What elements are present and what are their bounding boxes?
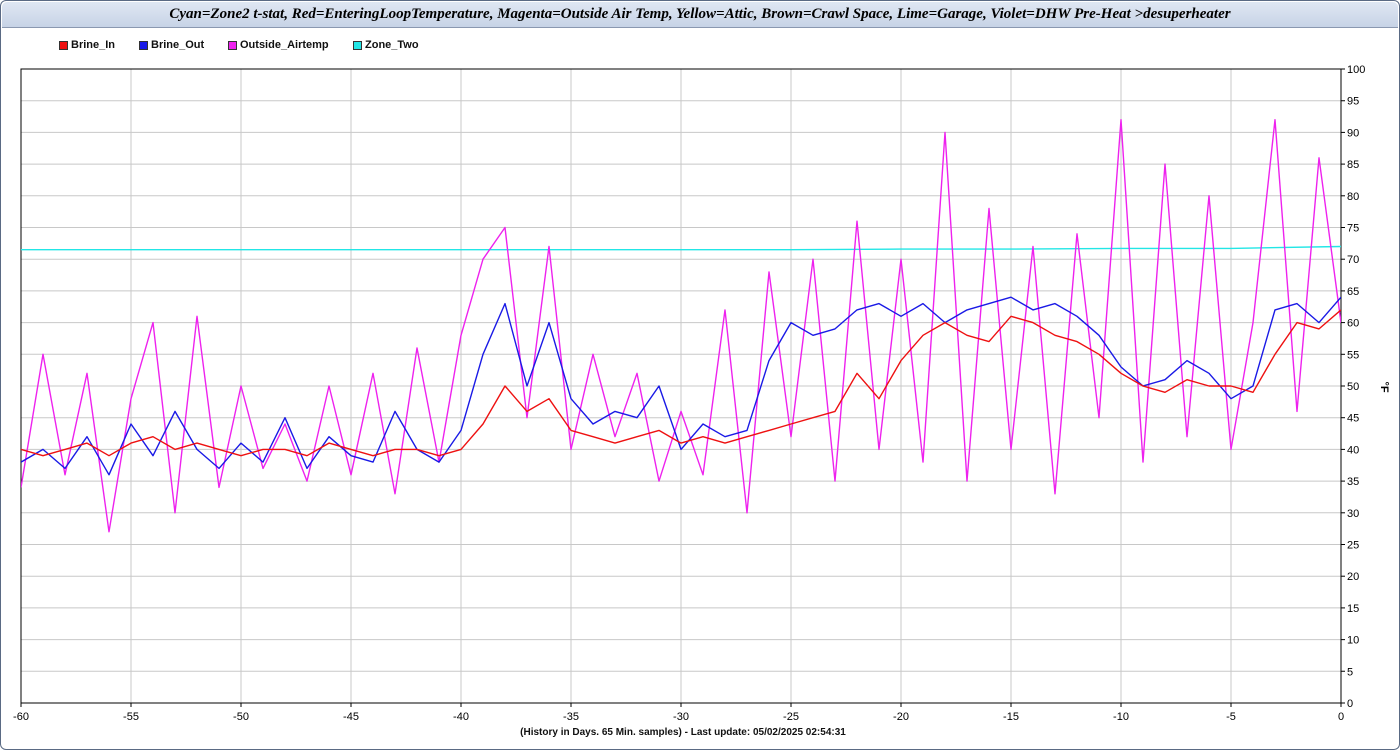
y-tick-label: 15 — [1347, 603, 1359, 615]
y-tick-label: 70 — [1347, 254, 1359, 266]
y-tick-label: 85 — [1347, 159, 1359, 171]
x-tick-label: -25 — [783, 711, 799, 723]
x-tick-label: -5 — [1226, 711, 1236, 723]
x-tick-label: -55 — [123, 711, 139, 723]
y-tick-label: 50 — [1347, 381, 1359, 393]
x-tick-label: -15 — [1003, 711, 1019, 723]
chart-plot: -60 -55 -50 -45 -40 -35 -30 -25 -20 -15 -10 -5 00510… — [13, 64, 1390, 723]
y-tick-label: 0 — [1347, 698, 1353, 710]
x-tick-label: -50 — [233, 711, 249, 723]
y-tick-label: 30 — [1347, 508, 1359, 520]
x-tick-label: 0 — [1338, 711, 1344, 723]
x-axis-caption: (History in Days. 65 Min. samples) - Las… — [520, 727, 846, 738]
x-tick-label: -35 — [563, 711, 579, 723]
y-tick-label: 75 — [1347, 223, 1359, 235]
x-tick-label: -40 — [453, 711, 469, 723]
y-tick-label: 5 — [1347, 666, 1353, 678]
y-tick-label: 100 — [1347, 64, 1365, 76]
y-tick-label: 35 — [1347, 476, 1359, 488]
y-tick-label: 25 — [1347, 540, 1359, 552]
x-tick-label: -30 — [673, 711, 689, 723]
y-tick-label: 80 — [1347, 191, 1359, 203]
y-tick-label: 95 — [1347, 96, 1359, 108]
y-axis-label: °F — [1378, 381, 1390, 392]
y-tick-label: 10 — [1347, 635, 1359, 647]
y-tick-label: 40 — [1347, 444, 1359, 456]
x-tick-label: -10 — [1113, 711, 1129, 723]
y-tick-label: 20 — [1347, 571, 1359, 583]
chart-window: Cyan=Zone2 t-stat, Red=EnteringLoopTempe… — [0, 0, 1400, 750]
x-tick-label: -60 — [13, 711, 29, 723]
y-tick-label: 60 — [1347, 318, 1359, 330]
y-tick-label: 55 — [1347, 349, 1359, 361]
y-tick-label: 45 — [1347, 413, 1359, 425]
x-tick-label: -45 — [343, 711, 359, 723]
y-tick-label: 65 — [1347, 286, 1359, 298]
x-tick-label: -20 — [893, 711, 909, 723]
y-tick-label: 90 — [1347, 127, 1359, 139]
